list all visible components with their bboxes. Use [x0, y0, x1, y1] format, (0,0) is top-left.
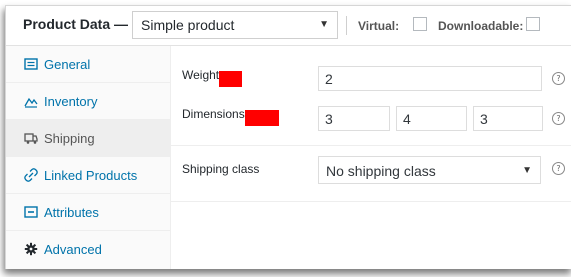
downloadable-checkbox[interactable]: [526, 17, 540, 31]
shipping-panel: Weight(lbs) 2 ? Dimensions(in) 3 4 3 ? S…: [171, 46, 571, 269]
tab-label: General: [44, 57, 91, 72]
tab-inventory[interactable]: Inventory: [6, 83, 170, 120]
tab-label: Advanced: [44, 242, 102, 257]
weight-label-text: Weight: [182, 68, 220, 82]
weight-help-icon[interactable]: ?: [552, 72, 565, 85]
dimensions-label-text: Dimensions: [182, 107, 245, 121]
virtual-label: Virtual:: [358, 19, 400, 33]
general-icon: [24, 58, 38, 70]
tab-attributes[interactable]: Attributes: [6, 194, 170, 231]
chevron-down-icon: ▼: [319, 19, 329, 30]
tab-shipping[interactable]: Shipping: [6, 120, 170, 157]
gear-icon: [24, 242, 38, 256]
width-input[interactable]: 4: [396, 106, 467, 131]
link-icon: [24, 168, 38, 182]
width-value: 4: [403, 111, 411, 127]
shipping-class-help-icon[interactable]: ?: [552, 162, 565, 175]
weight-value: 2: [325, 71, 333, 87]
panel-title: Product Data —: [23, 16, 129, 32]
height-input[interactable]: 3: [473, 106, 543, 131]
product-data-panel: Product Data — Simple product ▼ Virtual:…: [5, 5, 571, 269]
weight-input[interactable]: 2: [318, 66, 542, 91]
truck-icon: [24, 133, 38, 144]
length-value: 3: [325, 111, 333, 127]
dimensions-unit-redacted: (in): [244, 110, 279, 126]
tab-label: Linked Products: [44, 168, 138, 183]
header-separator: [346, 16, 347, 35]
product-data-header: Product Data — Simple product ▼ Virtual:…: [6, 6, 571, 46]
section-divider: [171, 201, 571, 202]
inventory-icon: [24, 97, 38, 108]
tab-label: Attributes: [44, 205, 99, 220]
section-divider: [171, 145, 571, 146]
height-value: 3: [480, 111, 488, 127]
product-data-tabs: General Inventory Shipping Linked Produc…: [6, 46, 171, 269]
virtual-checkbox[interactable]: [413, 17, 427, 31]
weight-label: Weight(lbs): [182, 68, 243, 87]
tab-label: Shipping: [44, 131, 95, 146]
product-type-select[interactable]: Simple product ▼: [132, 11, 338, 39]
tab-advanced[interactable]: Advanced: [6, 231, 170, 268]
weight-unit-redacted: (lbs): [219, 71, 243, 87]
attributes-icon: [24, 206, 38, 218]
dimensions-label: Dimensions(in): [182, 107, 279, 126]
tab-general[interactable]: General: [6, 46, 170, 83]
dimensions-help-icon[interactable]: ?: [552, 112, 565, 125]
product-type-value: Simple product: [141, 17, 235, 33]
shipping-class-label: Shipping class: [182, 162, 260, 176]
shipping-class-select[interactable]: No shipping class ▼: [318, 156, 541, 184]
chevron-down-icon: ▼: [522, 165, 532, 176]
shipping-class-value: No shipping class: [326, 163, 436, 179]
tab-label: Inventory: [44, 94, 98, 109]
length-input[interactable]: 3: [318, 106, 390, 131]
downloadable-label: Downloadable:: [438, 19, 524, 33]
tab-linked-products[interactable]: Linked Products: [6, 157, 170, 194]
